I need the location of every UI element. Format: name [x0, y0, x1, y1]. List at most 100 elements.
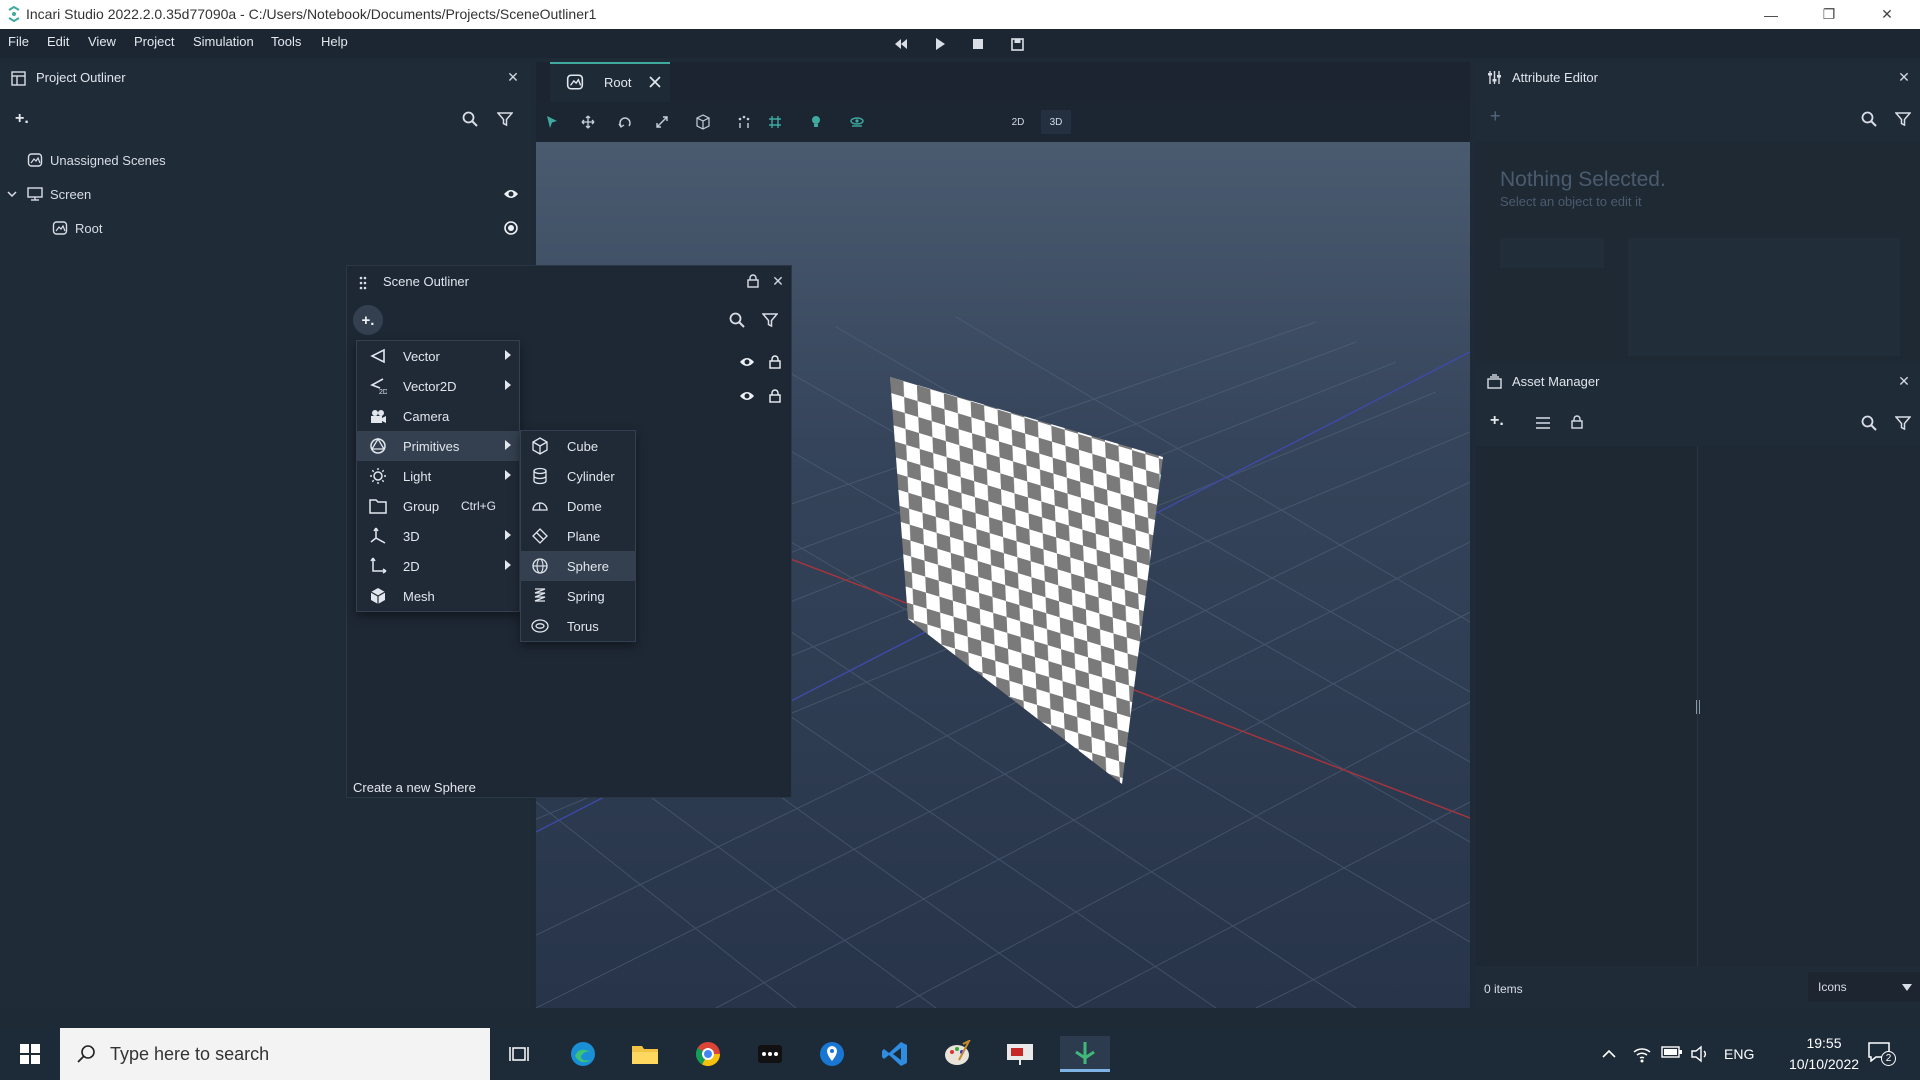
add-object-button[interactable]: +.: [353, 305, 383, 335]
chrome-app-button[interactable]: [688, 1036, 728, 1072]
active-scene-radio-icon[interactable]: [504, 221, 518, 235]
search-icon[interactable]: [461, 110, 479, 128]
incari-app-button[interactable]: [1060, 1036, 1110, 1072]
menu-tools[interactable]: Tools: [271, 34, 301, 49]
light-bulb-icon[interactable]: [806, 112, 826, 132]
menu-simulation[interactable]: Simulation: [193, 34, 254, 49]
menu-item-label: 3D: [403, 528, 420, 544]
lock-icon[interactable]: [745, 273, 761, 289]
filter-icon[interactable]: [761, 311, 779, 329]
save-simulation-button[interactable]: [1006, 33, 1028, 55]
paint-app-button[interactable]: [937, 1036, 977, 1072]
minimize-button[interactable]: —: [1742, 0, 1800, 29]
stop-button[interactable]: [967, 33, 989, 55]
menu-view[interactable]: View: [88, 34, 116, 49]
menu-item-mesh[interactable]: Mesh: [357, 581, 519, 611]
visibility-eye-icon[interactable]: [503, 187, 519, 201]
rewind-button[interactable]: [890, 33, 912, 55]
close-tab-icon[interactable]: [648, 75, 662, 89]
search-icon[interactable]: [728, 311, 746, 329]
menu-item-sphere[interactable]: Sphere: [521, 551, 635, 581]
wifi-icon[interactable]: [1632, 1044, 1652, 1064]
menu-item-cube[interactable]: Cube: [521, 431, 635, 461]
visibility-eye-icon[interactable]: [739, 355, 755, 369]
filter-icon[interactable]: [496, 110, 514, 128]
view-mode-select[interactable]: Icons: [1808, 972, 1920, 1002]
chevron-down-icon[interactable]: [7, 189, 17, 199]
vscode-app-button[interactable]: [875, 1036, 915, 1072]
menu-item-vector[interactable]: Vector: [357, 341, 519, 371]
menu-file[interactable]: File: [8, 34, 29, 49]
maps-app-button[interactable]: [812, 1036, 852, 1072]
search-icon[interactable]: [1860, 414, 1878, 432]
filter-icon[interactable]: [1894, 110, 1912, 128]
menu-item-torus[interactable]: Torus: [521, 611, 635, 641]
tree-item-unassigned-scenes[interactable]: Unassigned Scenes: [0, 145, 530, 175]
close-panel-button[interactable]: ✕: [1896, 69, 1912, 85]
menu-item-camera[interactable]: Camera: [357, 401, 519, 431]
splitter-handle[interactable]: [1696, 700, 1700, 714]
select-tool-icon[interactable]: [542, 112, 562, 132]
search-icon[interactable]: [1860, 110, 1878, 128]
restore-button[interactable]: ❐: [1800, 0, 1858, 29]
grid-icon[interactable]: [765, 112, 785, 132]
filter-icon[interactable]: [1894, 414, 1912, 432]
notifications-button[interactable]: 2: [1868, 1042, 1896, 1068]
mode-2d-button[interactable]: 2D: [1003, 110, 1033, 134]
taskbar-search-box[interactable]: Type here to search: [60, 1028, 490, 1080]
asset-folder-tree[interactable]: [1476, 446, 1698, 966]
visibility-eye-icon[interactable]: [739, 389, 755, 403]
menu-item-light[interactable]: Light: [357, 461, 519, 491]
list-icon[interactable]: [1534, 414, 1552, 432]
edge-app-button[interactable]: [563, 1036, 603, 1072]
lock-icon[interactable]: [768, 354, 782, 370]
chevron-up-icon[interactable]: [1601, 1046, 1617, 1062]
camera-view-icon[interactable]: [847, 112, 867, 132]
tab-root[interactable]: Root: [550, 62, 670, 102]
close-window-button[interactable]: ✕: [1858, 0, 1916, 29]
menu-item-vector2d[interactable]: 2D Vector2D: [357, 371, 519, 401]
file-explorer-button[interactable]: [625, 1036, 665, 1072]
menu-item-primitives[interactable]: Primitives: [357, 431, 519, 461]
snap-icon[interactable]: [734, 112, 754, 132]
menu-item-plane[interactable]: Plane: [521, 521, 635, 551]
lock-icon[interactable]: [1569, 413, 1585, 431]
asset-manager-header: Asset Manager ✕: [1476, 366, 1920, 396]
menu-item-spring[interactable]: Spring: [521, 581, 635, 611]
close-panel-button[interactable]: ✕: [505, 69, 521, 85]
play-button[interactable]: [929, 33, 951, 55]
clock-date[interactable]: 10/10/2022: [1769, 1056, 1879, 1072]
clock-time[interactable]: 19:55: [1789, 1035, 1859, 1051]
battery-icon[interactable]: [1661, 1045, 1683, 1063]
menu-item-group[interactable]: Group Ctrl+G: [357, 491, 519, 521]
menu-item-dome[interactable]: Dome: [521, 491, 635, 521]
add-asset-button[interactable]: +.: [1490, 412, 1504, 430]
menu-item-3d[interactable]: 3D: [357, 521, 519, 551]
menu-item-cylinder[interactable]: Cylinder: [521, 461, 635, 491]
asset-content-area[interactable]: [1699, 446, 1920, 966]
volume-icon[interactable]: [1690, 1044, 1710, 1064]
clapper-app-button[interactable]: [750, 1036, 790, 1072]
tree-item-root[interactable]: Root: [0, 213, 530, 243]
tree-item-screen[interactable]: Screen: [0, 179, 530, 209]
menu-item-2d[interactable]: 2D: [357, 551, 519, 581]
menu-project[interactable]: Project: [134, 34, 174, 49]
close-panel-button[interactable]: ✕: [1896, 373, 1912, 389]
drag-handle-icon[interactable]: [357, 274, 369, 292]
bounding-box-icon[interactable]: [693, 112, 713, 132]
close-panel-button[interactable]: ✕: [770, 273, 786, 289]
add-button[interactable]: +.: [15, 110, 29, 128]
scale-tool-icon[interactable]: [652, 112, 672, 132]
language-indicator[interactable]: ENG: [1724, 1046, 1754, 1062]
lock-icon[interactable]: [768, 388, 782, 404]
mode-3d-button[interactable]: 3D: [1041, 110, 1071, 134]
rotate-tool-icon[interactable]: [615, 112, 635, 132]
move-tool-icon[interactable]: [578, 112, 598, 132]
menu-help[interactable]: Help: [321, 34, 348, 49]
menu-edit[interactable]: Edit: [47, 34, 69, 49]
presentation-app-button[interactable]: [1000, 1036, 1040, 1072]
add-attribute-button[interactable]: +: [1490, 106, 1501, 127]
start-button[interactable]: [10, 1036, 50, 1072]
cylinder-icon: [533, 467, 547, 485]
task-view-button[interactable]: [500, 1036, 540, 1072]
